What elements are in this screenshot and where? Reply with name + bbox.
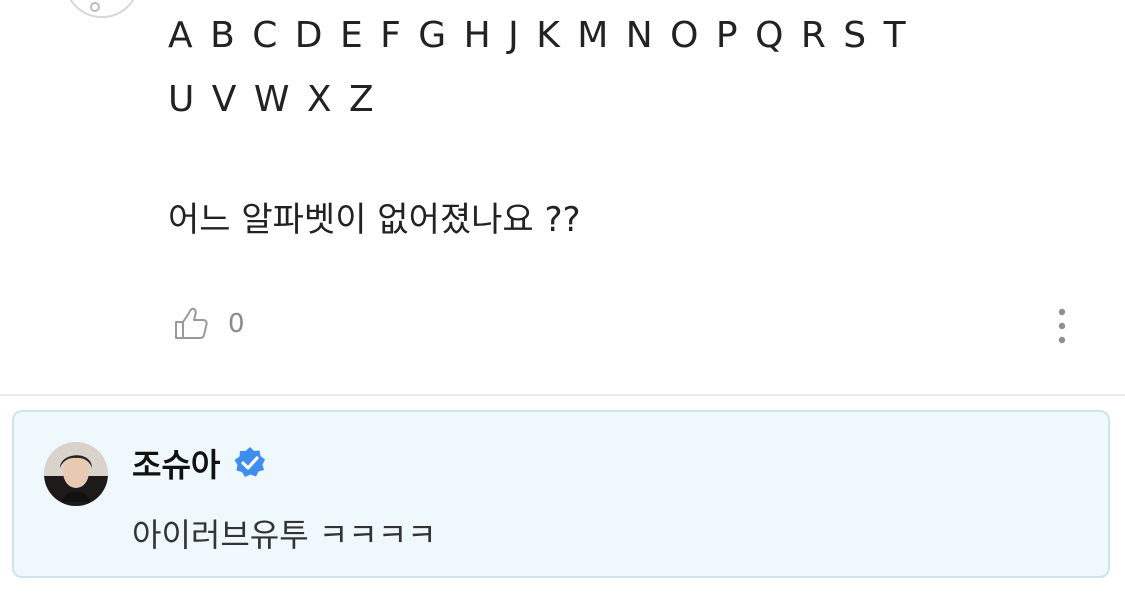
comment-actions: 0 bbox=[172, 304, 245, 344]
commenter-avatar[interactable] bbox=[64, 0, 140, 18]
comment-text: A B C D E F G H J K M N O P Q R S T U V … bbox=[168, 4, 1048, 132]
alphabet-line-2: U V W X Z bbox=[168, 79, 377, 120]
divider bbox=[0, 394, 1125, 396]
alphabet-line-1: A B C D E F G H J K M N O P Q R S T bbox=[168, 15, 909, 56]
like-count: 0 bbox=[228, 309, 245, 339]
reply-author-row: 조슈아 bbox=[132, 440, 268, 486]
reply-avatar[interactable] bbox=[44, 442, 108, 506]
thumbs-up-icon[interactable] bbox=[172, 305, 210, 343]
comment-thread: A B C D E F G H J K M N O P Q R S T U V … bbox=[0, 0, 1125, 595]
more-vertical-icon[interactable] bbox=[1052, 306, 1072, 346]
comment-question: 어느 알파벳이 없어졌나요 ?? bbox=[168, 200, 581, 240]
reply-author-name[interactable]: 조슈아 bbox=[132, 440, 220, 486]
avatar-placeholder-icon bbox=[90, 2, 100, 12]
verified-badge-icon bbox=[232, 445, 268, 481]
reply-card: 조슈아 아이러브유투 ㅋㅋㅋㅋ bbox=[12, 410, 1110, 578]
reply-text: 아이러브유투 ㅋㅋㅋㅋ bbox=[132, 516, 437, 554]
